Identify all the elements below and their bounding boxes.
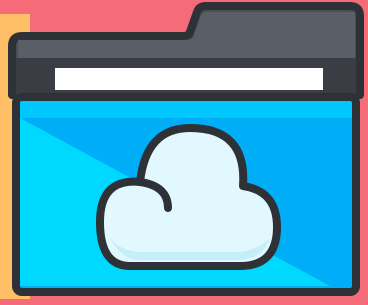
folder-front-top-band bbox=[20, 101, 352, 118]
cloud-folder-scene bbox=[0, 0, 368, 305]
paper-sheet bbox=[55, 68, 323, 90]
cloud-folder-icon bbox=[0, 0, 368, 305]
